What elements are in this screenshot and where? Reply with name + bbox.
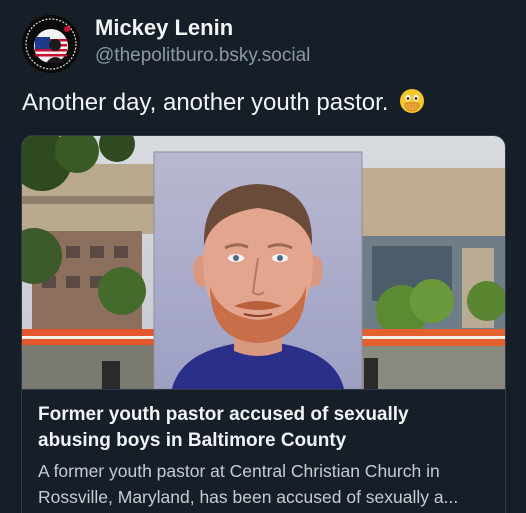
card-thumbnail-image <box>22 136 505 389</box>
card-description-line: A former youth pastor at Central Christi… <box>38 461 440 481</box>
card-title[interactable]: Former youth pastor accused of sexually … <box>38 402 493 454</box>
card-title-line: abusing boys in Baltimore County <box>38 430 347 451</box>
card-description: A former youth pastor at Central Christi… <box>38 458 498 510</box>
author-name[interactable]: Mickey Lenin <box>95 15 233 41</box>
post: Mickey Lenin @thepolitburo.bsky.social A… <box>0 0 526 513</box>
post-text-content: Another day, another youth pastor. <box>22 89 389 116</box>
face-with-hand-over-mouth-icon <box>399 88 425 121</box>
post-text: Another day, another youth pastor. <box>22 88 425 121</box>
card-description-line: Rossville, Maryland, has been accused of… <box>38 487 459 507</box>
author-handle[interactable]: @thepolitburo.bsky.social <box>95 45 310 67</box>
card-title-line: Former youth pastor accused of sexually <box>38 404 409 425</box>
card-divider <box>22 389 505 390</box>
avatar[interactable] <box>22 15 80 73</box>
avatar-image <box>22 15 80 73</box>
link-preview-card[interactable]: Former youth pastor accused of sexually … <box>21 135 506 513</box>
